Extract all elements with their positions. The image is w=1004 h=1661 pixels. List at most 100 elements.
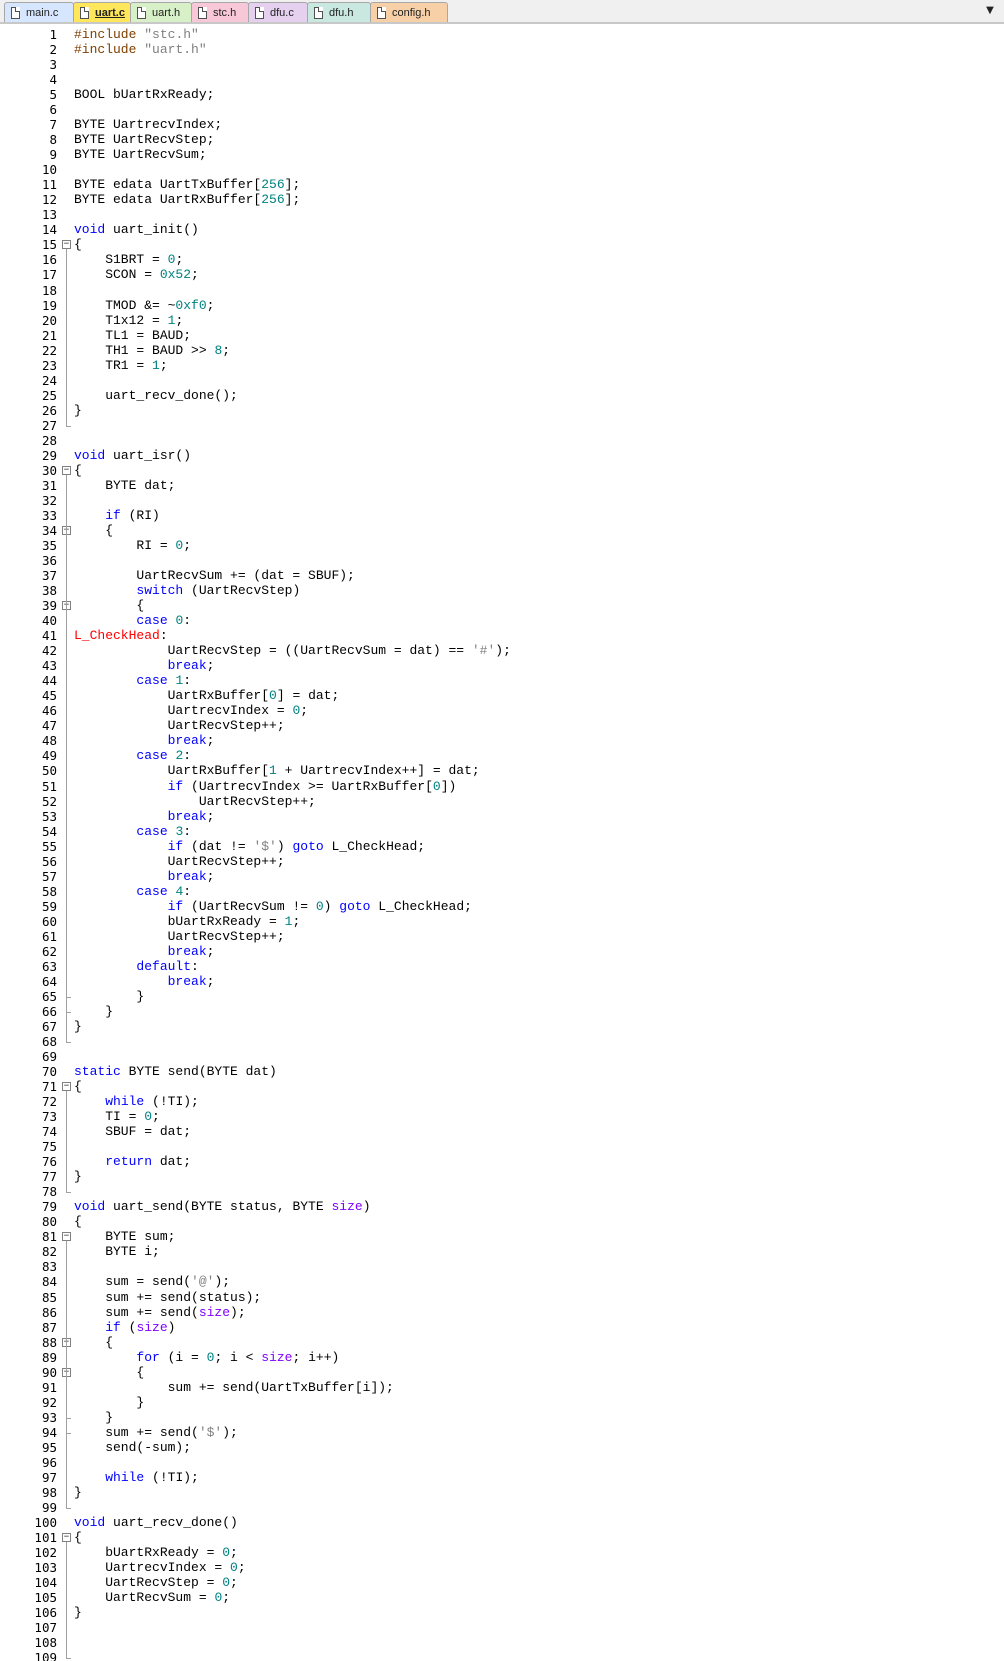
code-line: 42 UartRecvStep = ((UartRecvSum = dat) =… [0, 643, 1004, 658]
tab-uart-h[interactable]: uart.h [130, 2, 192, 22]
line-number: 22 [41, 342, 57, 358]
code-line: 77} [0, 1169, 1004, 1184]
code-line: 90− { [0, 1365, 1004, 1380]
code-line: 17 SCON = 0x52; [0, 267, 1004, 282]
line-number: 64 [41, 973, 57, 989]
code-text: while (!TI); [105, 1469, 199, 1485]
line-number: 16 [41, 252, 57, 268]
line-number: 27 [41, 417, 57, 433]
line-number: 52 [41, 793, 57, 809]
code-text: bUartRxReady = 0; [74, 1545, 238, 1561]
line-number: 81 [41, 1229, 57, 1245]
tab-stc-h[interactable]: stc.h [191, 2, 249, 22]
line-number: 24 [41, 372, 57, 388]
line-number: 30 [41, 462, 57, 478]
code-line: 74 SBUF = dat; [0, 1124, 1004, 1139]
tab-dfu-h[interactable]: dfu.h [307, 2, 371, 22]
code-line: 91 sum += send(UartTxBuffer[i]); [0, 1380, 1004, 1395]
code-text: UartRxBuffer[1 + UartrecvIndex++] = dat; [74, 763, 480, 779]
code-text: sum += send(size); [74, 1304, 246, 1320]
line-number: 75 [41, 1139, 57, 1155]
code-line: 53 break; [0, 809, 1004, 824]
line-number: 49 [41, 748, 57, 764]
code-line: 107 [0, 1620, 1004, 1635]
line-number: 50 [41, 763, 57, 779]
line-number: 84 [41, 1274, 57, 1290]
code-text: } [74, 1003, 114, 1019]
line-number: 86 [41, 1304, 57, 1320]
code-line: 109 [0, 1650, 1004, 1661]
code-line: 3 [0, 57, 1004, 72]
line-number: 8 [49, 132, 57, 148]
code-text: bUartRxReady = 1; [74, 913, 301, 929]
file-icon [255, 6, 264, 19]
code-line: 70 static BYTE send(BYTE dat) [0, 1064, 1004, 1079]
line-number: 66 [41, 1003, 57, 1019]
line-number: 10 [41, 162, 57, 178]
code-text: } [74, 1409, 114, 1425]
line-number: 55 [41, 838, 57, 854]
code-text: UartrecvIndex = 0; [74, 1560, 246, 1576]
code-text: BYTE UartRecvStep; [74, 132, 215, 148]
code-text: BYTE i; [74, 1244, 160, 1260]
tab-main-c[interactable]: main.c [4, 2, 74, 22]
code-line: 62 break; [0, 944, 1004, 959]
fold-minus-icon[interactable]: − [62, 1082, 71, 1092]
line-number: 45 [41, 688, 57, 704]
code-text: sum = send('@'); [74, 1274, 231, 1290]
code-line: 21 TL1 = BAUD; [0, 328, 1004, 343]
code-text: UartRecvStep++; [74, 793, 316, 809]
code-text: while (!TI); [105, 1094, 199, 1110]
line-number: 19 [41, 297, 57, 313]
code-text: case 4: [136, 883, 192, 899]
line-number: 54 [41, 823, 57, 839]
line-number: 94 [41, 1424, 57, 1440]
line-number: 33 [41, 507, 57, 523]
code-text: BYTE UartrecvIndex; [74, 117, 223, 133]
line-number: 63 [41, 958, 57, 974]
fold-minus-icon[interactable]: − [62, 1232, 71, 1242]
tab-dfu-c[interactable]: dfu.c [248, 2, 308, 22]
code-text: #include "stc.h" [74, 27, 199, 42]
line-number: 59 [41, 898, 57, 914]
code-line: 15−{ [0, 237, 1004, 252]
line-number: 96 [41, 1454, 57, 1470]
code-line: 108 [0, 1635, 1004, 1650]
code-line: 100 void uart_recv_done() [0, 1515, 1004, 1530]
code-text: } [74, 1484, 82, 1500]
fold-minus-icon[interactable]: − [62, 240, 71, 250]
line-number: 101 [34, 1530, 57, 1545]
code-line: 47 UartRecvStep++; [0, 718, 1004, 733]
code-line: 30−{ [0, 463, 1004, 478]
tab-uart-c[interactable]: uart.c [73, 2, 131, 22]
code-line: 96 [0, 1455, 1004, 1470]
code-text: UartRecvSum = 0; [74, 1590, 231, 1606]
code-editor[interactable]: 1 #include "stc.h" 2 #include "uart.h" 3 4 5 BO… [0, 26, 1004, 1661]
tab-config-h[interactable]: config.h [370, 2, 448, 22]
line-number: 95 [41, 1439, 57, 1455]
tab-label: uart.h [152, 6, 181, 19]
line-number: 71 [41, 1079, 57, 1095]
file-icon [314, 6, 323, 19]
line-number: 70 [41, 1064, 57, 1080]
code-line: 71−{ [0, 1079, 1004, 1094]
line-number: 5 [49, 87, 57, 103]
line-number: 34 [41, 522, 57, 538]
file-icon [137, 6, 146, 19]
chevron-down-icon[interactable]: ▼ [984, 5, 996, 17]
fold-minus-icon[interactable]: − [62, 465, 71, 475]
code-text: static BYTE send(BYTE dat) [74, 1064, 277, 1080]
code-line: 75 [0, 1139, 1004, 1154]
fold-minus-icon[interactable]: − [62, 1533, 71, 1542]
code-line: 48 break; [0, 733, 1004, 748]
line-number: 15 [41, 237, 57, 253]
fold-guide-end [66, 1192, 71, 1194]
code-line: 6 [0, 102, 1004, 117]
code-line: 86 sum += send(size); [0, 1305, 1004, 1320]
code-line: 59 if (UartRecvSum != 0) goto L_CheckHea… [0, 899, 1004, 914]
line-number: 90 [41, 1364, 57, 1380]
code-line: 56 UartRecvStep++; [0, 854, 1004, 869]
code-text: { [74, 237, 82, 253]
code-text: break; [167, 943, 215, 959]
code-line: 19 TMOD &= ~0xf0; [0, 298, 1004, 313]
